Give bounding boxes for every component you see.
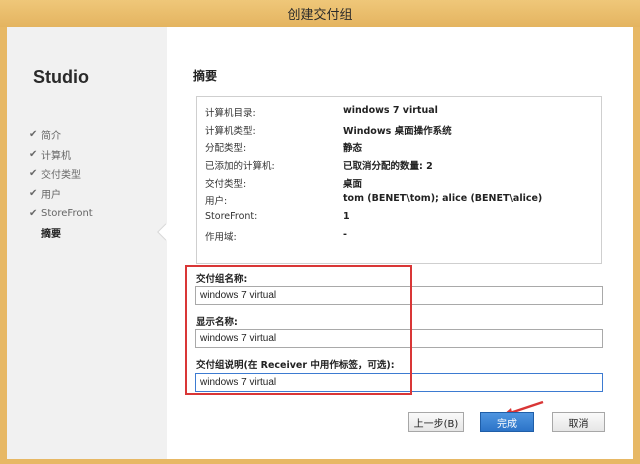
checkmark-icon: ✔ [29,207,38,219]
summary-row: 作用域: - [205,229,595,245]
step-label: 计算机 [41,150,71,162]
summary-key: 计算机类型: [205,126,256,137]
step-label: StoreFront [41,207,93,219]
wizard-sidebar: Studio ✔ 简介 ✔ 计算机 ✔ 交付类型 ✔ 用户 ✔ StoreFro… [7,27,167,459]
summary-panel: 计算机目录: windows 7 virtual 计算机类型: Windows … [196,96,602,264]
summary-value: windows 7 virtual [343,105,438,116]
wizard-content: 摘要 计算机目录: windows 7 virtual 计算机类型: Windo… [167,27,633,459]
summary-value: tom (BENET\tom); alice (BENET\alice) [343,193,543,204]
display-name-label: 显示名称: [196,317,238,328]
wizard-window: Studio ✔ 简介 ✔ 计算机 ✔ 交付类型 ✔ 用户 ✔ StoreFro… [7,27,633,459]
summary-value: - [343,229,347,240]
summary-key: 计算机目录: [205,108,256,119]
finish-button[interactable]: 完成 [480,412,534,432]
cancel-button[interactable]: 取消 [552,412,605,432]
summary-value: 静态 [343,143,363,154]
checkmark-icon: ✔ [29,148,38,160]
summary-key: StoreFront: [205,211,258,222]
summary-key: 交付类型: [205,179,247,190]
summary-row: 已添加的计算机: 已取消分配的数量: 2 [205,158,595,174]
step-summary[interactable]: 摘要 [29,223,93,243]
brand-title: Studio [33,67,89,87]
step-users[interactable]: ✔ 用户 [29,184,93,204]
summary-key: 用户: [205,196,228,207]
step-delivery-type[interactable]: ✔ 交付类型 [29,164,93,184]
summary-row: 交付类型: 桌面 [205,176,595,192]
group-name-input[interactable] [195,286,603,305]
step-label: 交付类型 [41,170,81,182]
step-label: 摘要 [41,229,61,241]
display-name-input[interactable] [195,329,603,348]
summary-key: 已添加的计算机: [205,161,275,172]
back-button[interactable]: 上一步(B) [408,412,464,432]
checkmark-icon: ✔ [29,188,38,200]
summary-value: 桌面 [343,179,363,190]
step-machines[interactable]: ✔ 计算机 [29,145,93,165]
summary-value: 已取消分配的数量: 2 [343,161,433,172]
window-title: 创建交付组 [287,8,353,23]
summary-row: 计算机目录: windows 7 virtual [205,105,595,121]
checkmark-icon: ✔ [29,168,38,180]
summary-value: 1 [343,211,350,222]
summary-row: 计算机类型: Windows 桌面操作系统 [205,123,595,139]
checkmark-icon: ✔ [29,129,38,141]
summary-row: StoreFront: 1 [205,211,595,227]
step-label: 用户 [41,190,61,202]
summary-row: 用户: tom (BENET\tom); alice (BENET\alice) [205,193,595,209]
group-name-label: 交付组名称: [196,274,248,285]
step-storefront[interactable]: ✔ StoreFront [29,203,93,223]
window-titlebar: 创建交付组 [0,0,640,27]
wizard-steps: ✔ 简介 ✔ 计算机 ✔ 交付类型 ✔ 用户 ✔ StoreFront 摘要 [29,125,93,243]
page-title: 摘要 [193,69,218,83]
summary-key: 作用域: [205,232,237,243]
step-intro[interactable]: ✔ 简介 [29,125,93,145]
summary-value: Windows 桌面操作系统 [343,126,452,137]
summary-row: 分配类型: 静态 [205,140,595,156]
description-input[interactable] [195,373,603,392]
step-label: 简介 [41,131,61,143]
description-label: 交付组说明(在 Receiver 中用作标签，可选): [196,360,395,371]
summary-key: 分配类型: [205,143,247,154]
